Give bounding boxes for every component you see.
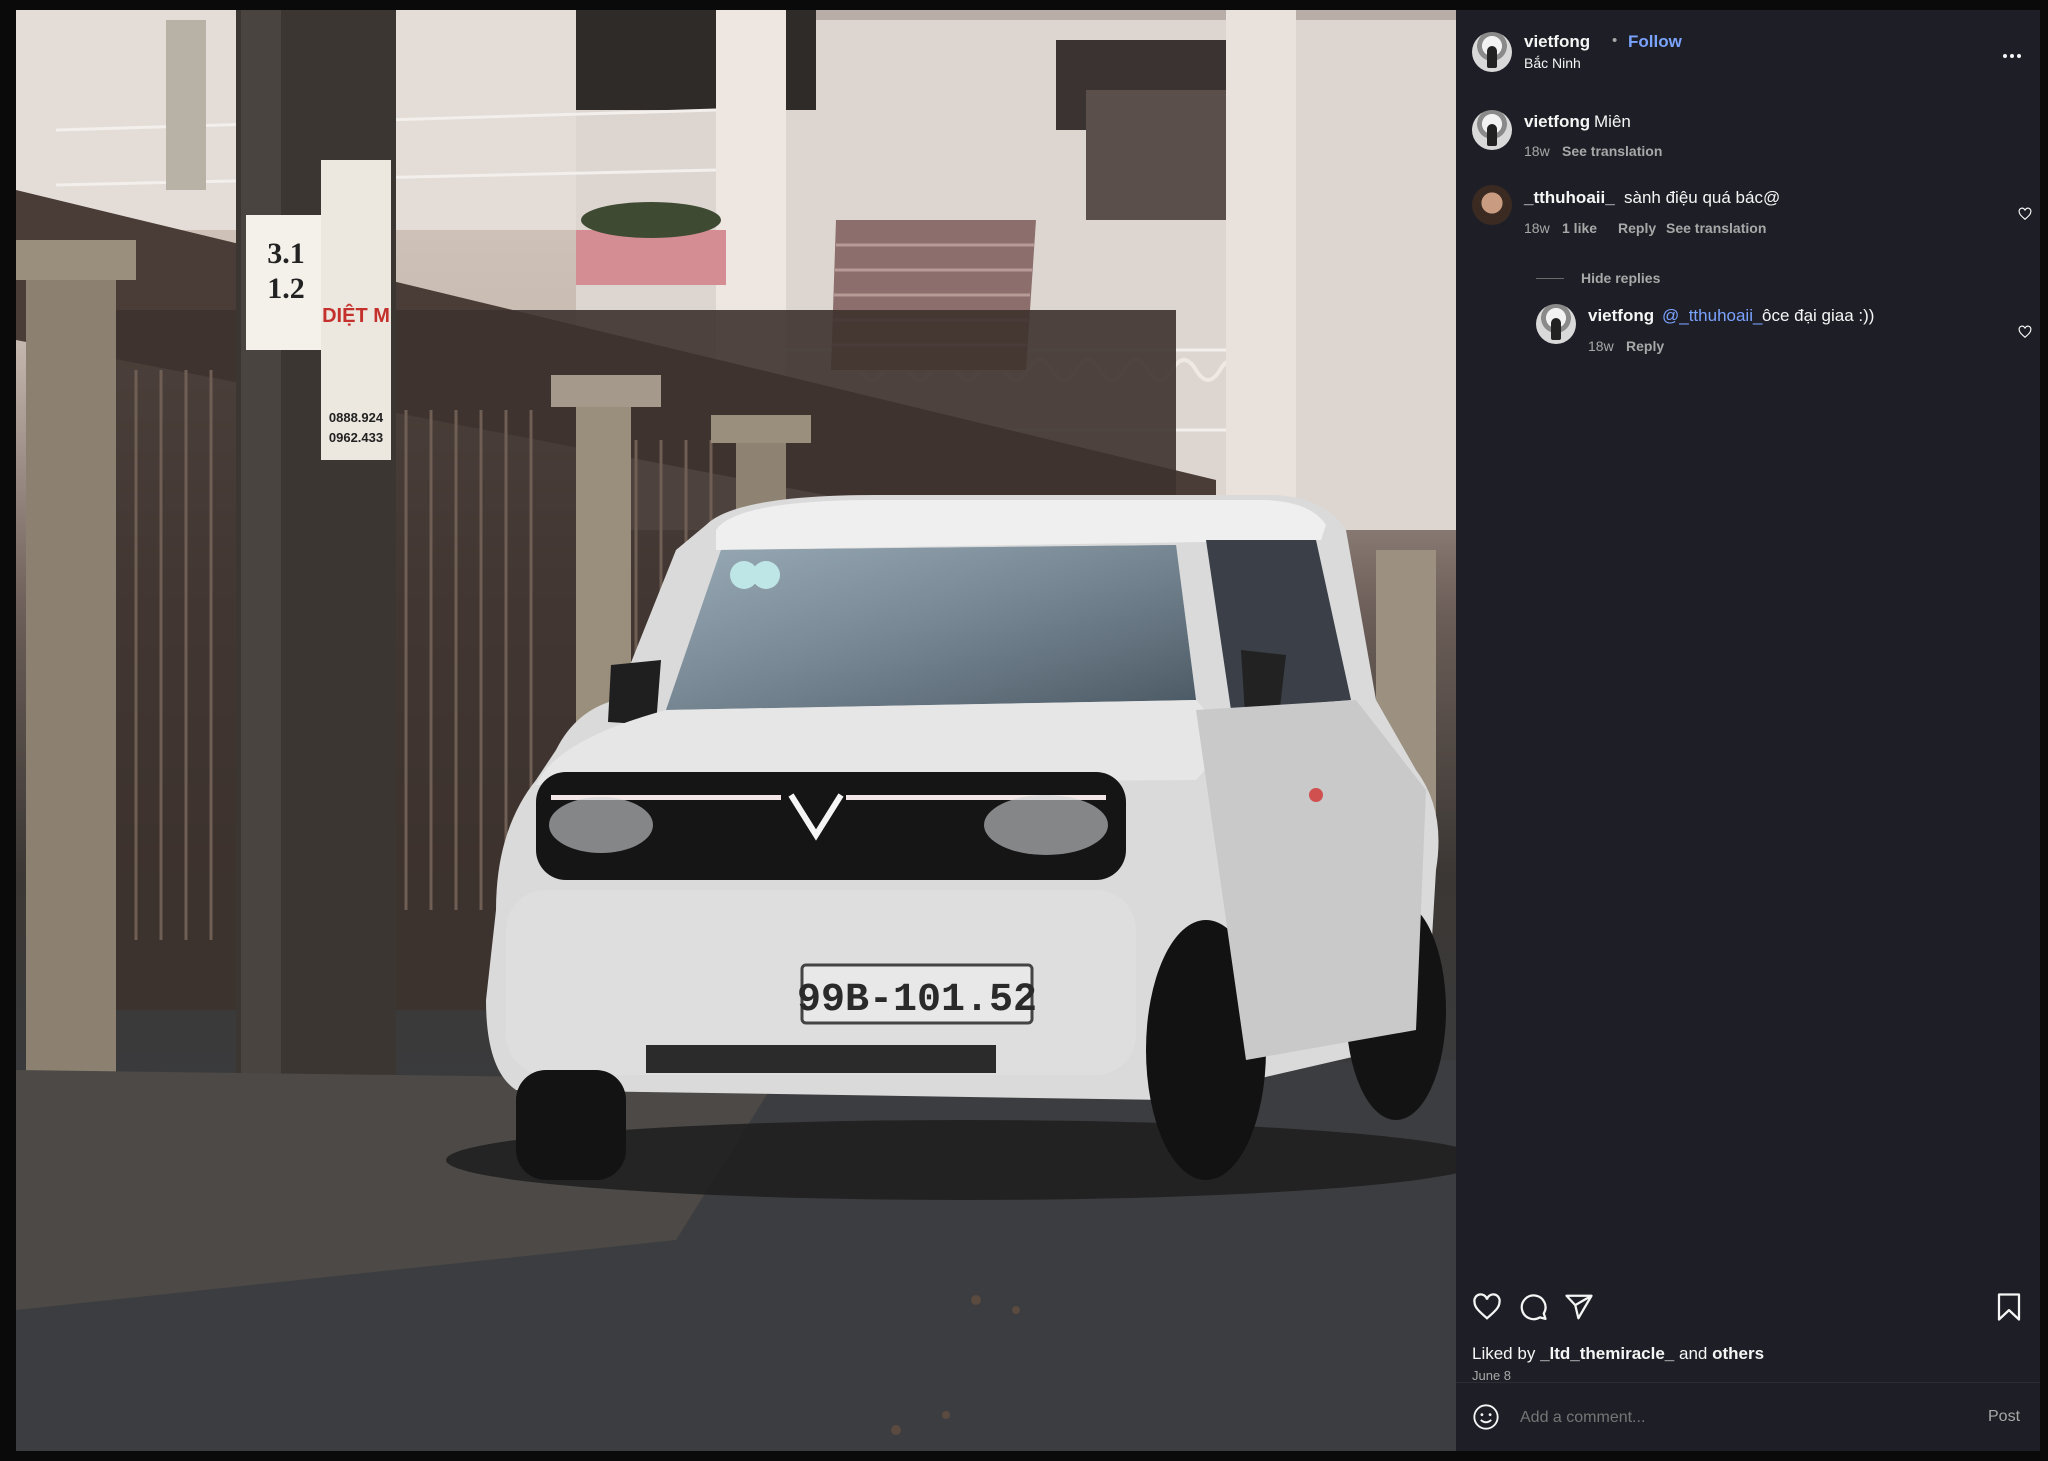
poster-number-2: 1.2 — [267, 272, 305, 305]
comment-input[interactable] — [1518, 1403, 1922, 1433]
poster-red-text: DIỆT M — [322, 303, 390, 327]
hide-replies-button[interactable]: Hide replies — [1581, 270, 1660, 286]
poster-phone-2: 0962.433 — [329, 430, 383, 445]
reply-mention[interactable]: @_tthuhoaii_ — [1662, 306, 1762, 326]
reply-text: ôce đại giaa :)) — [1762, 306, 1875, 325]
street-car-photo: 3.1 1.2 DIỆT M 0888.924 0962.433 99B-101… — [16, 10, 1456, 1451]
heart-icon[interactable] — [1472, 1292, 1502, 1322]
comment-bar: Post — [1456, 1382, 2040, 1452]
post-header: vietfong • Follow Bắc Ninh — [1456, 10, 2040, 92]
comment-see-translation[interactable]: See translation — [1666, 220, 1766, 236]
caption-username[interactable]: vietfong — [1524, 112, 1590, 132]
comment-icon[interactable] — [1518, 1292, 1548, 1322]
follow-button[interactable]: Follow — [1628, 32, 1682, 52]
likes-summary: Liked by _ltd_themiracle_ and others — [1472, 1344, 1764, 1364]
reply-username[interactable]: vietfong — [1588, 306, 1654, 326]
post-details-panel: vietfong • Follow Bắc Ninh vietfong Miên… — [1456, 10, 2040, 1451]
reply-avatar[interactable] — [1536, 304, 1576, 344]
comment-username[interactable]: _tthuhoaii_ — [1524, 188, 1615, 208]
comment-heart-icon[interactable] — [2018, 207, 2032, 221]
post-modal: 3.1 1.2 DIỆT M 0888.924 0962.433 99B-101… — [16, 10, 2040, 1451]
caption-time: 18w — [1524, 143, 1550, 159]
poster-number-1: 3.1 — [267, 237, 305, 270]
header-separator: • — [1612, 32, 1618, 49]
post-location[interactable]: Bắc Ninh — [1524, 55, 1581, 71]
post-comment-button[interactable]: Post — [1988, 1408, 2020, 1426]
author-avatar[interactable] — [1472, 32, 1512, 72]
reply-heart-icon[interactable] — [2018, 325, 2032, 339]
emoji-icon[interactable] — [1472, 1403, 1500, 1431]
comment-text: sành điệu quá bác@ — [1624, 188, 1781, 207]
poster-phone-1: 0888.924 — [329, 410, 384, 425]
likes-user[interactable]: _ltd_themiracle_ — [1540, 1344, 1674, 1363]
likes-connector: and — [1678, 1344, 1708, 1363]
comment-time: 18w — [1524, 220, 1550, 236]
replies-divider — [1536, 278, 1564, 279]
bookmark-icon[interactable] — [1994, 1292, 2024, 1322]
share-icon[interactable] — [1564, 1292, 1594, 1322]
likes-prefix: Liked by — [1472, 1344, 1536, 1363]
license-plate-text: 99B-101.52 — [797, 978, 1037, 1023]
reply-time: 18w — [1588, 338, 1614, 354]
comment-like-count[interactable]: 1 like — [1562, 220, 1597, 236]
reply-reply-button[interactable]: Reply — [1626, 338, 1664, 354]
post-photo[interactable]: 3.1 1.2 DIỆT M 0888.924 0962.433 99B-101… — [16, 10, 1456, 1451]
more-options-icon[interactable] — [2000, 44, 2024, 68]
caption-avatar[interactable] — [1472, 110, 1512, 150]
likes-others[interactable]: others — [1712, 1344, 1764, 1363]
commenter-avatar[interactable] — [1472, 185, 1512, 225]
comment-reply-button[interactable]: Reply — [1618, 220, 1656, 236]
author-username[interactable]: vietfong — [1524, 32, 1590, 52]
caption-text: Miên — [1594, 112, 1631, 131]
caption-see-translation[interactable]: See translation — [1562, 143, 1662, 159]
post-date[interactable]: June 8 — [1472, 1368, 1511, 1383]
